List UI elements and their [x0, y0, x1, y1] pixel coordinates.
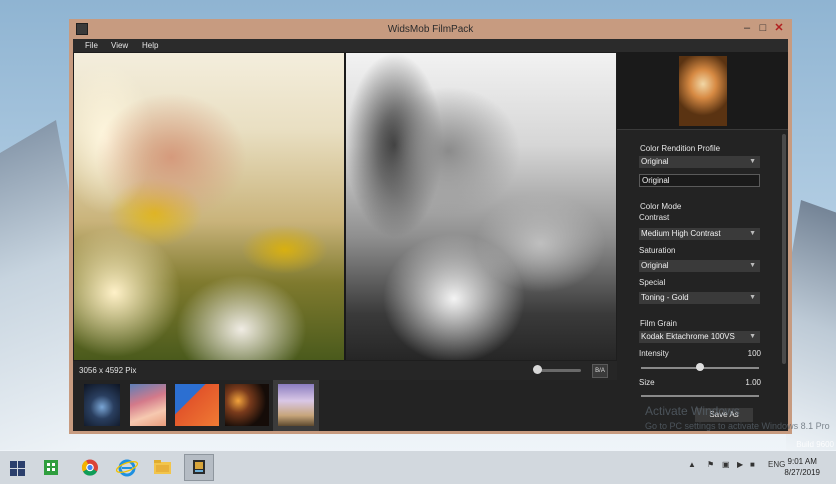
- size-label: Size: [639, 378, 655, 387]
- desktop-wallpaper-left: [0, 120, 80, 450]
- tray-arrow-icon[interactable]: ▲: [688, 460, 696, 469]
- preview-thumbnail: [679, 56, 727, 126]
- language-indicator[interactable]: ENG: [768, 460, 785, 469]
- intensity-label: Intensity: [639, 349, 669, 358]
- chevron-down-icon: ▼: [749, 294, 756, 301]
- saturation-select[interactable]: Original ▼: [639, 260, 760, 272]
- build-number: Build 9600: [796, 440, 834, 449]
- window-title: WidsMob FilmPack: [387, 24, 474, 35]
- tray-action-icon[interactable]: ■: [750, 460, 755, 469]
- activation-watermark: Activate Windows Go to PC settings to ac…: [645, 404, 830, 431]
- clock-time: 9:01 AM: [787, 457, 817, 466]
- chrome-icon[interactable]: [75, 454, 105, 481]
- app-window: WidsMob FilmPack – □ ✕ File View Help 30…: [69, 19, 792, 434]
- color-rendition-value: Original: [641, 157, 669, 166]
- taskbar: ▲ ⚑ ▣ ▶ ■ ENG 9:01 AM 8/27/2019: [0, 451, 836, 484]
- internet-explorer-icon[interactable]: [112, 454, 142, 481]
- activate-title: Activate Windows: [645, 404, 740, 418]
- contrast-select[interactable]: Medium High Contrast ▼: [639, 228, 760, 240]
- taskbar-clock[interactable]: 9:01 AM 8/27/2019: [784, 456, 820, 478]
- chevron-down-icon: ▼: [749, 158, 756, 165]
- title-bar[interactable]: WidsMob FilmPack – □ ✕: [69, 19, 792, 39]
- tray-flag-icon[interactable]: ⚑: [707, 460, 714, 469]
- saturation-label: Saturation: [639, 246, 676, 255]
- thumbnail[interactable]: [225, 384, 269, 426]
- film-grain-label: Film Grain: [640, 319, 677, 328]
- settings-panel: Color Rendition Profile Original ▼ Origi…: [617, 52, 788, 431]
- status-bar: 3056 x 4592 Pix B/A: [73, 361, 617, 380]
- preview-box: [617, 52, 788, 130]
- film-grain-value: Kodak Ektachrome 100VS: [641, 332, 735, 341]
- store-icon[interactable]: [36, 454, 66, 481]
- color-rendition-field[interactable]: Original: [639, 174, 760, 187]
- contrast-label: Contrast: [639, 213, 670, 222]
- processed-image: [346, 53, 616, 360]
- color-mode-label: Color Mode: [640, 202, 682, 211]
- saturation-value: Original: [641, 261, 669, 270]
- contrast-value: Medium High Contrast: [641, 229, 721, 238]
- film-grain-select[interactable]: Kodak Ektachrome 100VS ▼: [639, 331, 760, 343]
- client-area: 3056 x 4592 Pix B/A Color Rendition Prof…: [73, 52, 788, 431]
- original-image: [74, 53, 344, 360]
- thumbnail[interactable]: [84, 384, 120, 426]
- menu-view[interactable]: View: [111, 41, 128, 50]
- color-rendition-select[interactable]: Original ▼: [639, 156, 760, 168]
- activate-subtitle: Go to PC settings to activate Windows 8.…: [645, 421, 830, 431]
- special-label: Special: [639, 278, 666, 287]
- chevron-down-icon: ▼: [749, 333, 756, 340]
- filmstrip: [73, 380, 617, 431]
- intensity-value: 100: [747, 349, 761, 358]
- thumbnail[interactable]: [130, 384, 166, 426]
- chevron-down-icon: ▼: [749, 262, 756, 269]
- size-value: 1.00: [745, 378, 761, 387]
- thumbnail-selected[interactable]: [278, 384, 314, 426]
- menu-help[interactable]: Help: [142, 41, 158, 50]
- before-after-button[interactable]: B/A: [592, 364, 608, 378]
- chevron-down-icon: ▼: [749, 230, 756, 237]
- zoom-slider-handle[interactable]: [533, 365, 543, 374]
- special-select[interactable]: Toning - Gold ▼: [639, 292, 760, 304]
- menu-bar: File View Help: [73, 39, 788, 52]
- tray-volume-icon[interactable]: ▶: [737, 460, 743, 469]
- special-value: Toning - Gold: [641, 293, 689, 302]
- image-dimensions: 3056 x 4592 Pix: [79, 366, 137, 375]
- clock-date: 8/27/2019: [784, 468, 820, 477]
- windows-start-icon[interactable]: [3, 454, 33, 481]
- close-button[interactable]: ✕: [769, 21, 789, 35]
- menu-file[interactable]: File: [85, 41, 98, 50]
- panel-scrollbar[interactable]: [782, 134, 786, 364]
- tray-network-icon[interactable]: ▣: [722, 460, 730, 469]
- size-slider[interactable]: [641, 395, 759, 397]
- file-explorer-icon[interactable]: [147, 454, 177, 481]
- color-rendition-label: Color Rendition Profile: [640, 144, 721, 153]
- intensity-slider-handle[interactable]: [696, 363, 704, 371]
- thumbnail[interactable]: [175, 384, 219, 426]
- filmpack-icon[interactable]: [184, 454, 214, 481]
